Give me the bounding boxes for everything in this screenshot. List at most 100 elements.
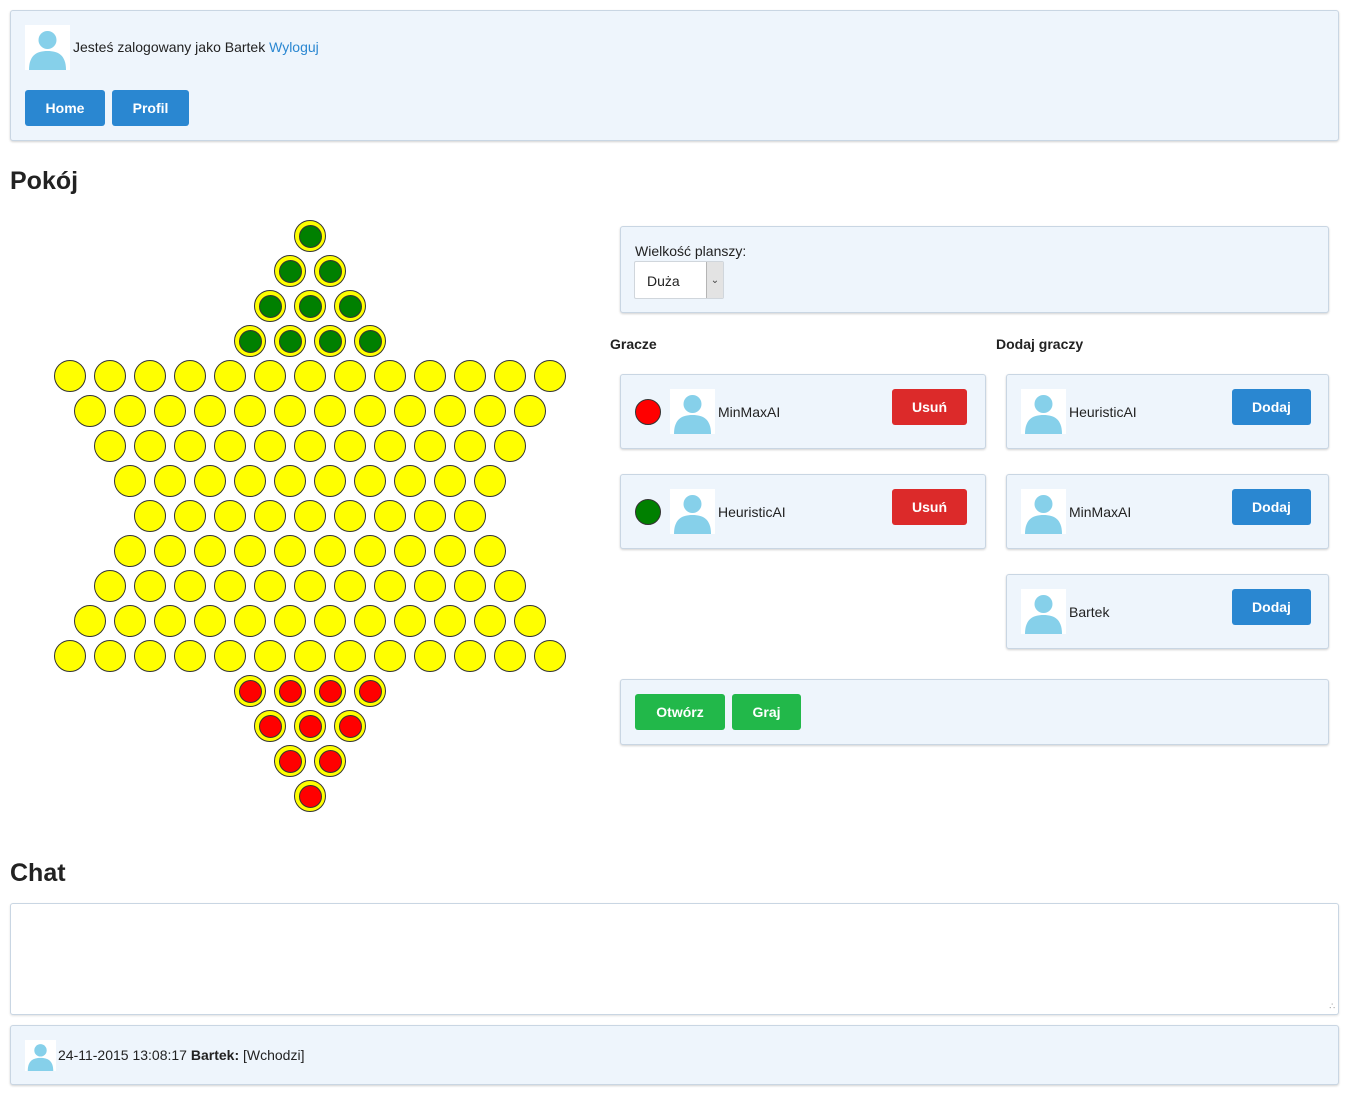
board-hole[interactable]	[254, 430, 286, 462]
board-hole[interactable]	[434, 535, 466, 567]
board-hole[interactable]	[274, 605, 306, 637]
board-hole[interactable]	[174, 570, 206, 602]
board-hole[interactable]	[214, 640, 246, 672]
board-hole[interactable]	[154, 465, 186, 497]
game-piece[interactable]	[278, 679, 302, 703]
board-hole[interactable]	[234, 465, 266, 497]
board-hole[interactable]	[454, 500, 486, 532]
board-hole[interactable]	[414, 570, 446, 602]
board-hole[interactable]	[174, 640, 206, 672]
board-hole[interactable]	[134, 500, 166, 532]
board-size-select[interactable]: Duża ⌄	[634, 261, 724, 299]
game-piece[interactable]	[238, 679, 262, 703]
board-hole[interactable]	[374, 570, 406, 602]
board-hole[interactable]	[194, 535, 226, 567]
game-piece[interactable]	[318, 329, 342, 353]
board-hole[interactable]	[294, 640, 326, 672]
board-hole[interactable]	[454, 570, 486, 602]
board-hole[interactable]	[254, 500, 286, 532]
board-hole[interactable]	[394, 535, 426, 567]
board-hole[interactable]	[334, 430, 366, 462]
open-room-button[interactable]: Otwórz	[635, 694, 725, 730]
board-hole[interactable]	[54, 360, 86, 392]
board-hole[interactable]	[294, 360, 326, 392]
game-piece[interactable]	[318, 749, 342, 773]
board-hole[interactable]	[134, 570, 166, 602]
board-hole[interactable]	[214, 430, 246, 462]
board-hole[interactable]	[414, 430, 446, 462]
board-hole[interactable]	[154, 395, 186, 427]
board-hole[interactable]	[94, 570, 126, 602]
board-hole[interactable]	[474, 465, 506, 497]
board-hole[interactable]	[154, 535, 186, 567]
add-player-button[interactable]: Dodaj	[1232, 389, 1311, 425]
board-hole[interactable]	[494, 640, 526, 672]
game-piece[interactable]	[358, 679, 382, 703]
board-hole[interactable]	[214, 500, 246, 532]
board-hole[interactable]	[134, 640, 166, 672]
game-piece[interactable]	[358, 329, 382, 353]
board-hole[interactable]	[134, 430, 166, 462]
board-hole[interactable]	[94, 430, 126, 462]
game-piece[interactable]	[318, 679, 342, 703]
board-hole[interactable]	[314, 605, 346, 637]
board-hole[interactable]	[274, 465, 306, 497]
remove-player-button[interactable]: Usuń	[892, 389, 967, 425]
board-hole[interactable]	[94, 360, 126, 392]
nav-home-button[interactable]: Home	[25, 90, 105, 126]
board-hole[interactable]	[234, 535, 266, 567]
game-piece[interactable]	[338, 294, 362, 318]
board-hole[interactable]	[174, 360, 206, 392]
board-hole[interactable]	[354, 535, 386, 567]
board-hole[interactable]	[314, 395, 346, 427]
game-piece[interactable]	[318, 259, 342, 283]
board-hole[interactable]	[414, 500, 446, 532]
board-hole[interactable]	[254, 360, 286, 392]
board-hole[interactable]	[114, 605, 146, 637]
board-hole[interactable]	[194, 395, 226, 427]
board-hole[interactable]	[474, 535, 506, 567]
game-piece[interactable]	[258, 294, 282, 318]
board-hole[interactable]	[314, 465, 346, 497]
game-piece[interactable]	[258, 714, 282, 738]
board-hole[interactable]	[354, 395, 386, 427]
board-hole[interactable]	[254, 570, 286, 602]
board-hole[interactable]	[214, 360, 246, 392]
board-hole[interactable]	[114, 465, 146, 497]
game-piece[interactable]	[278, 749, 302, 773]
board-hole[interactable]	[374, 360, 406, 392]
board-hole[interactable]	[334, 500, 366, 532]
board-hole[interactable]	[214, 570, 246, 602]
board-hole[interactable]	[274, 395, 306, 427]
board-hole[interactable]	[114, 535, 146, 567]
board-hole[interactable]	[334, 360, 366, 392]
board-hole[interactable]	[474, 605, 506, 637]
board-hole[interactable]	[434, 395, 466, 427]
board-hole[interactable]	[494, 430, 526, 462]
board-hole[interactable]	[534, 360, 566, 392]
board-hole[interactable]	[454, 640, 486, 672]
board-hole[interactable]	[274, 535, 306, 567]
board-hole[interactable]	[394, 605, 426, 637]
board-hole[interactable]	[454, 360, 486, 392]
board-hole[interactable]	[114, 395, 146, 427]
game-piece[interactable]	[338, 714, 362, 738]
board-hole[interactable]	[74, 605, 106, 637]
board-hole[interactable]	[194, 605, 226, 637]
board-hole[interactable]	[514, 605, 546, 637]
game-piece[interactable]	[298, 224, 322, 248]
game-piece[interactable]	[238, 329, 262, 353]
game-piece[interactable]	[278, 329, 302, 353]
board-hole[interactable]	[54, 640, 86, 672]
remove-player-button[interactable]: Usuń	[892, 489, 967, 525]
board-hole[interactable]	[374, 500, 406, 532]
nav-profile-button[interactable]: Profil	[112, 90, 189, 126]
chat-input[interactable]: ∴	[10, 903, 1339, 1015]
board-hole[interactable]	[334, 640, 366, 672]
play-button[interactable]: Graj	[732, 694, 801, 730]
board-hole[interactable]	[394, 395, 426, 427]
board-hole[interactable]	[154, 605, 186, 637]
logout-link[interactable]: Wyloguj	[269, 39, 319, 55]
add-player-button[interactable]: Dodaj	[1232, 489, 1311, 525]
add-player-button[interactable]: Dodaj	[1232, 589, 1311, 625]
